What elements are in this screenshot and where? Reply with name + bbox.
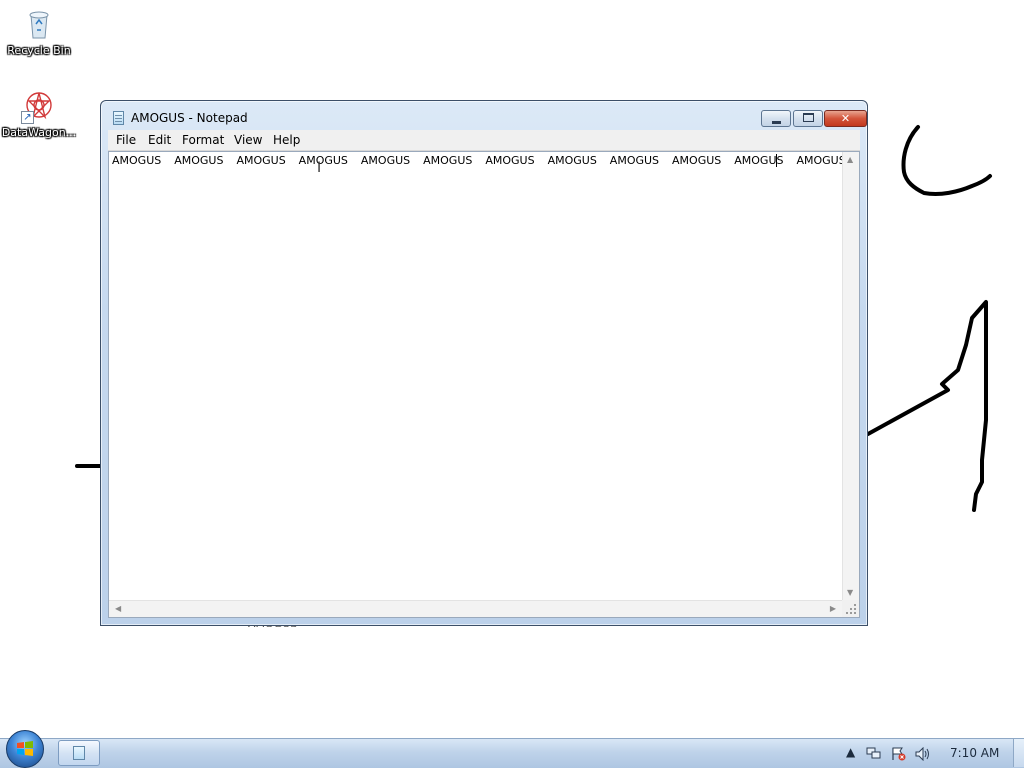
scribble-top-right-curve [901, 125, 992, 197]
close-button[interactable]: ✕ [824, 110, 867, 127]
horizontal-scrollbar[interactable]: ◀ ▶ [109, 600, 842, 617]
titlebar[interactable]: AMOGUS - Notepad ✕ [101, 101, 867, 131]
notepad-icon[interactable] [113, 111, 124, 125]
network-icon[interactable] [866, 747, 882, 761]
show-desktop-button[interactable] [1013, 739, 1024, 767]
taskbar: ▲ 7:10 AM [0, 730, 1024, 768]
desktop-icon-datawagon[interactable]: ↗ DataWagon... [1, 88, 77, 139]
notepad-taskbar-icon [73, 746, 85, 760]
start-button[interactable] [6, 730, 44, 768]
menu-help[interactable]: Help [273, 133, 300, 147]
recycle-bin-label: Recycle Bin [7, 44, 71, 57]
menu-view[interactable]: View [234, 133, 262, 147]
windows-logo-icon [17, 741, 33, 756]
menu-format[interactable]: Format [182, 133, 224, 147]
maximize-button[interactable] [793, 110, 823, 127]
scroll-down-icon[interactable]: ▼ [847, 588, 853, 597]
scroll-left-icon[interactable]: ◀ [115, 604, 121, 613]
volume-icon[interactable] [915, 747, 931, 761]
text-editor-area[interactable]: AMOGUS AMOGUS AMOGUS AMOGUS AMOGUS AMOGU… [108, 151, 860, 618]
show-hidden-icons-icon[interactable]: ▲ [846, 745, 855, 759]
menu-edit[interactable]: Edit [148, 133, 171, 147]
clock[interactable]: 7:10 AM [950, 746, 999, 760]
minimize-button[interactable] [761, 110, 791, 127]
minimize-icon [771, 121, 781, 124]
recycle-bin-icon [21, 6, 57, 42]
ibeam-cursor-icon: I [317, 160, 322, 176]
menu-bar: File Edit Format View Help [108, 130, 860, 151]
shortcut-arrow-icon: ↗ [21, 111, 34, 124]
close-icon: ✕ [840, 112, 851, 125]
menu-file[interactable]: File [116, 133, 136, 147]
resize-grip-icon[interactable] [842, 600, 859, 617]
desktop-icon-recycle-bin[interactable]: Recycle Bin [1, 6, 77, 57]
notepad-window[interactable]: AMOGUS - Notepad ✕ File Edit Format View… [100, 100, 868, 626]
action-center-flag-icon[interactable] [891, 747, 907, 761]
scribble-right-figure [866, 300, 988, 512]
maximize-icon [802, 113, 814, 122]
document-text[interactable]: AMOGUS AMOGUS AMOGUS AMOGUS AMOGUS AMOGU… [112, 154, 846, 167]
datawagon-icon: ↗ [21, 88, 57, 124]
datawagon-label: DataWagon... [1, 126, 77, 139]
scroll-right-icon[interactable]: ▶ [830, 604, 836, 613]
scroll-up-icon[interactable]: ▲ [847, 155, 853, 164]
window-title: AMOGUS - Notepad [131, 111, 248, 125]
taskbar-notepad-button[interactable] [58, 740, 100, 766]
text-caret [776, 154, 777, 167]
vertical-scrollbar[interactable]: ▲ ▼ [842, 152, 859, 600]
